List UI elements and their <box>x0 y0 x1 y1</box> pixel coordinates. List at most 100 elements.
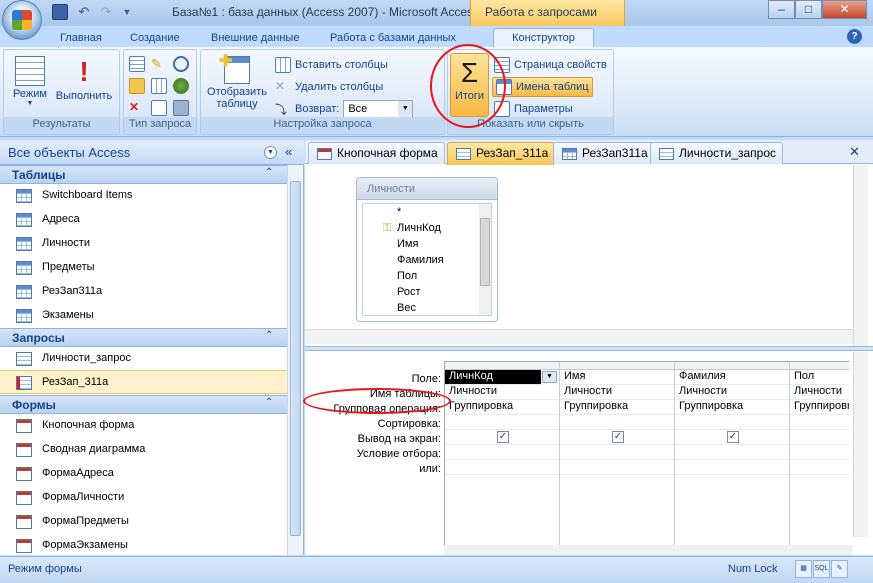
field-item[interactable]: Вес <box>397 302 416 314</box>
doc-tab[interactable]: РезЗап311а <box>553 142 655 164</box>
field-cell[interactable]: ЛичнКод <box>445 370 541 385</box>
or-cell[interactable] <box>675 460 789 475</box>
select-query-icon[interactable] <box>129 56 145 72</box>
nav-item[interactable]: Личности_запрос <box>0 347 287 371</box>
nav-item[interactable]: Предметы <box>0 256 287 280</box>
data-definition-icon[interactable] <box>173 100 189 116</box>
nav-item[interactable]: ФормаАдреса <box>0 462 287 486</box>
table-cell[interactable]: Личности <box>445 385 559 400</box>
doc-tab[interactable]: Личности_запрос <box>650 142 784 164</box>
nav-item[interactable]: Личности <box>0 232 287 256</box>
tab-create[interactable]: Создание <box>130 29 180 48</box>
total-cell[interactable]: Группировка <box>560 400 674 415</box>
scroll-thumb[interactable] <box>480 218 490 286</box>
show-table-button[interactable]: ✚ Отобразить таблицу <box>203 53 271 110</box>
sort-cell[interactable] <box>675 415 789 430</box>
office-button[interactable] <box>2 0 42 40</box>
criteria-cell[interactable] <box>560 445 674 460</box>
table-cell[interactable]: Личности <box>790 385 849 400</box>
nav-header[interactable]: Все объекты Access ▼ « <box>0 140 304 165</box>
update-query-icon[interactable]: ✕ <box>129 100 145 116</box>
collapse-pane-icon[interactable]: « <box>285 144 292 159</box>
field-item[interactable]: Рост <box>397 286 421 298</box>
nav-item[interactable]: Адреса <box>0 208 287 232</box>
nav-scrollbar[interactable] <box>287 165 302 555</box>
doc-tab-active[interactable]: РезЗап_311а <box>447 142 556 165</box>
upper-vertical-scrollbar[interactable] <box>853 165 868 346</box>
nav-section-queries[interactable]: Запросы ⌃ <box>0 328 287 347</box>
parameters-button[interactable]: Параметры <box>494 101 573 117</box>
field-cell[interactable]: Пол <box>790 370 849 385</box>
nav-item-selected[interactable]: РезЗап_311а <box>0 370 287 394</box>
table-cell[interactable]: Личности <box>560 385 674 400</box>
field-item[interactable]: Имя <box>397 238 418 250</box>
datasheet-view-icon[interactable]: ▦ <box>795 560 812 578</box>
scroll-thumb[interactable] <box>290 181 301 536</box>
help-icon[interactable]: ? <box>847 29 862 44</box>
doc-tab[interactable]: Кнопочная форма <box>308 142 445 164</box>
close-button[interactable]: ✕ <box>822 0 867 19</box>
save-icon[interactable] <box>52 4 68 20</box>
nav-item[interactable]: РезЗап311а <box>0 280 287 304</box>
column-selector[interactable] <box>445 362 559 370</box>
undo-icon[interactable]: ↶ <box>76 4 92 20</box>
tab-design[interactable]: Конструктор <box>493 28 594 48</box>
grid-horizontal-scrollbar[interactable] <box>444 545 853 555</box>
maximize-button[interactable]: □ <box>795 0 822 19</box>
tab-database-tools[interactable]: Работа с базами данных <box>330 29 456 48</box>
nav-item[interactable]: Switchboard Items <box>0 184 287 208</box>
or-cell[interactable] <box>560 460 674 475</box>
tab-external-data[interactable]: Внешние данные <box>211 29 299 48</box>
upper-horizontal-scrollbar[interactable] <box>305 329 853 344</box>
field-list-scrollbar[interactable] <box>479 204 491 315</box>
nav-item[interactable]: ФормаЛичности <box>0 486 287 510</box>
field-item[interactable]: Фамилия <box>397 254 444 266</box>
crosstab-query-icon[interactable] <box>151 78 167 94</box>
sort-cell[interactable] <box>560 415 674 430</box>
pass-through-icon[interactable] <box>173 78 189 94</box>
nav-item[interactable]: Кнопочная форма <box>0 414 287 438</box>
total-cell[interactable]: Группировка <box>445 400 559 415</box>
column-selector[interactable] <box>790 362 849 370</box>
or-cell[interactable] <box>790 460 849 475</box>
qat-customize-icon[interactable]: ▼ <box>119 4 135 20</box>
or-cell[interactable] <box>445 460 559 475</box>
delete-query-icon[interactable] <box>151 100 167 116</box>
criteria-cell[interactable] <box>445 445 559 460</box>
criteria-cell[interactable] <box>790 445 849 460</box>
field-cell[interactable]: Фамилия <box>675 370 789 385</box>
view-button[interactable]: Режим ▼ <box>9 56 51 107</box>
criteria-cell[interactable] <box>675 445 789 460</box>
nav-item[interactable]: Сводная диаграмма <box>0 438 287 462</box>
nav-item[interactable]: Экзамены <box>0 304 287 328</box>
sql-view-button[interactable]: SQL <box>813 560 830 578</box>
chevron-down-icon[interactable]: ▼ <box>264 146 277 159</box>
show-checkbox[interactable]: ✓ <box>497 431 509 443</box>
pane-splitter[interactable] <box>305 346 873 351</box>
table-names-button[interactable]: Имена таблиц <box>492 77 593 97</box>
show-checkbox[interactable]: ✓ <box>612 431 624 443</box>
total-cell[interactable]: Группировка <box>790 400 849 415</box>
field-cell[interactable]: Имя <box>560 370 674 385</box>
show-checkbox[interactable]: ✓ <box>727 431 739 443</box>
design-view-icon[interactable]: ✎ <box>831 560 848 578</box>
table-field-list[interactable]: Личности * ⚿ ЛичнКод Имя Фамилия Пол Рос… <box>356 177 498 322</box>
return-select[interactable]: Все ▼ <box>343 100 414 118</box>
union-query-icon[interactable] <box>173 56 189 72</box>
table-cell[interactable]: Личности <box>675 385 789 400</box>
run-button[interactable]: ! Выполнить <box>52 56 116 102</box>
column-selector[interactable] <box>560 362 674 370</box>
close-icon[interactable]: ✕ <box>849 144 860 160</box>
tab-home[interactable]: Главная <box>60 29 102 48</box>
total-cell[interactable]: Группировка <box>675 400 789 415</box>
redo-icon[interactable]: ↷ <box>98 4 114 20</box>
chevron-down-icon[interactable]: ▼ <box>542 371 557 383</box>
nav-item[interactable]: ФормаЭкзамены <box>0 534 287 555</box>
sort-cell[interactable] <box>445 415 559 430</box>
grid-vertical-scrollbar[interactable] <box>853 352 868 537</box>
field-item[interactable]: * <box>397 206 401 218</box>
field-item[interactable]: Пол <box>397 270 417 282</box>
minimize-button[interactable]: – <box>768 0 795 19</box>
nav-section-tables[interactable]: Таблицы ⌃ <box>0 165 287 184</box>
totals-button[interactable]: Σ Итоги <box>450 53 489 117</box>
